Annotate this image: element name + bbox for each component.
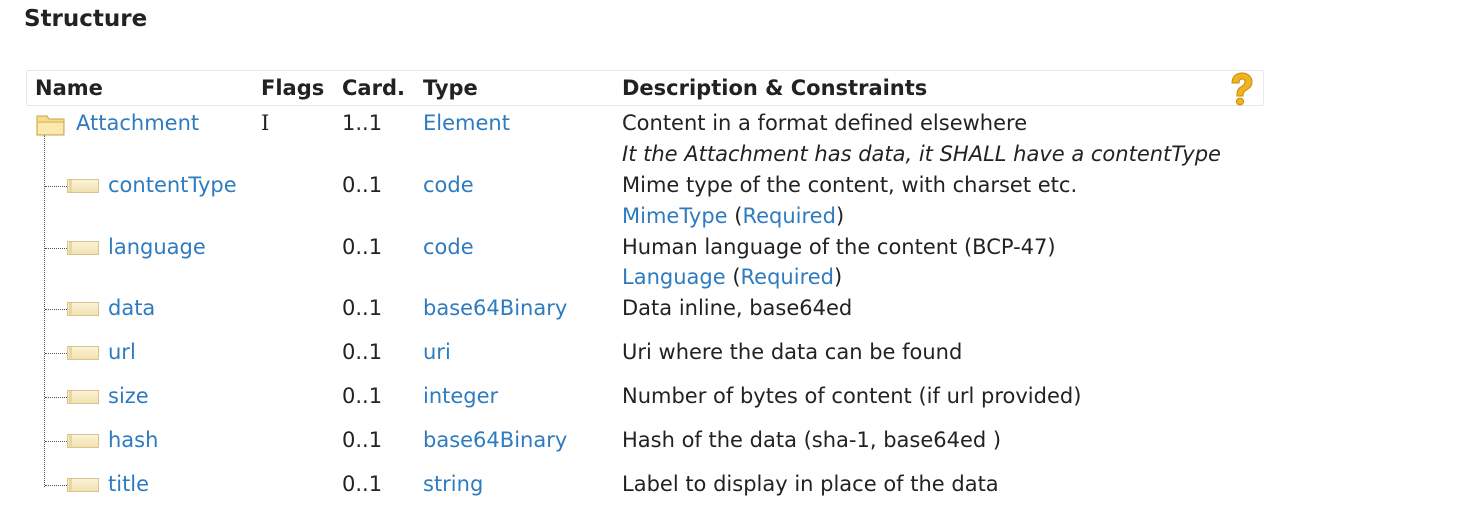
element-name-contenttype[interactable]: contentType (108, 173, 237, 197)
folder-icon (36, 115, 65, 136)
element-constraint: It the Attachment has data, it SHALL hav… (622, 142, 1221, 166)
tree-connector (45, 186, 67, 187)
element-icon (67, 179, 99, 193)
element-description: Content in a format defined elsewhere (622, 111, 1028, 135)
tree-connector (45, 397, 67, 398)
element-icon (67, 390, 99, 404)
binding-line: Language (Required) (622, 265, 842, 289)
element-cardinality: 0..1 (342, 384, 383, 408)
element-type-link[interactable]: integer (423, 384, 498, 408)
binding-paren-close: ) (834, 265, 843, 289)
tree-connector (45, 485, 67, 486)
column-header-card: Card. (342, 76, 405, 100)
tree-connector-vertical (44, 135, 45, 487)
element-name-attachment[interactable]: Attachment (76, 111, 199, 135)
element-type-link[interactable]: base64Binary (423, 296, 567, 320)
element-icon (67, 346, 99, 360)
tree-connector (45, 441, 67, 442)
element-type-link[interactable]: base64Binary (423, 428, 567, 452)
column-header-name: Name (35, 76, 103, 100)
element-name-language[interactable]: language (108, 235, 206, 259)
tree-connector (45, 248, 67, 249)
element-icon (67, 302, 99, 316)
element-cardinality: 0..1 (342, 472, 383, 496)
element-description: Number of bytes of content (if url provi… (622, 384, 1082, 408)
binding-paren-close: ) (835, 204, 845, 228)
element-flags: I (261, 111, 270, 135)
binding-paren-open: ( (732, 265, 741, 289)
element-name-title[interactable]: title (108, 472, 149, 496)
element-type-link[interactable]: code (423, 173, 474, 197)
binding-line: MimeType (Required) (622, 204, 844, 228)
element-description: Data inline, base64ed (622, 296, 853, 320)
help-icon[interactable] (1227, 72, 1255, 106)
element-icon (67, 434, 99, 448)
binding-valueset-link[interactable]: Language (622, 265, 726, 289)
binding-strength-link[interactable]: Required (741, 265, 834, 289)
element-cardinality: 0..1 (342, 428, 383, 452)
element-type-link[interactable]: string (423, 472, 483, 496)
element-description: Uri where the data can be found (622, 340, 963, 364)
element-name-size[interactable]: size (108, 384, 149, 408)
column-header-type: Type (423, 76, 478, 100)
element-cardinality: 0..1 (342, 340, 383, 364)
element-type-link[interactable]: code (423, 235, 474, 259)
binding-valueset-link[interactable]: MimeType (622, 204, 728, 228)
element-name-url[interactable]: url (108, 340, 136, 364)
page-heading: Structure (24, 6, 148, 32)
element-icon (67, 478, 99, 492)
element-cardinality: 1..1 (342, 111, 383, 135)
element-name-data[interactable]: data (108, 296, 155, 320)
element-name-hash[interactable]: hash (108, 428, 158, 452)
element-icon (67, 241, 99, 255)
element-description: Human language of the content (BCP-47) (622, 235, 1056, 259)
element-cardinality: 0..1 (342, 235, 383, 259)
element-cardinality: 0..1 (342, 173, 383, 197)
column-header-flags: Flags (261, 76, 325, 100)
element-description: Hash of the data (sha-1, base64ed ) (622, 428, 1002, 452)
element-cardinality: 0..1 (342, 296, 383, 320)
tree-connector (45, 353, 67, 354)
element-description: Mime type of the content, with charset e… (622, 173, 1078, 197)
element-type-link[interactable]: Element (423, 111, 510, 135)
element-type-link[interactable]: uri (423, 340, 451, 364)
column-header-description: Description & Constraints (622, 76, 928, 100)
tree-connector (45, 309, 67, 310)
element-description: Label to display in place of the data (622, 472, 999, 496)
binding-strength-link[interactable]: Required (742, 204, 835, 228)
